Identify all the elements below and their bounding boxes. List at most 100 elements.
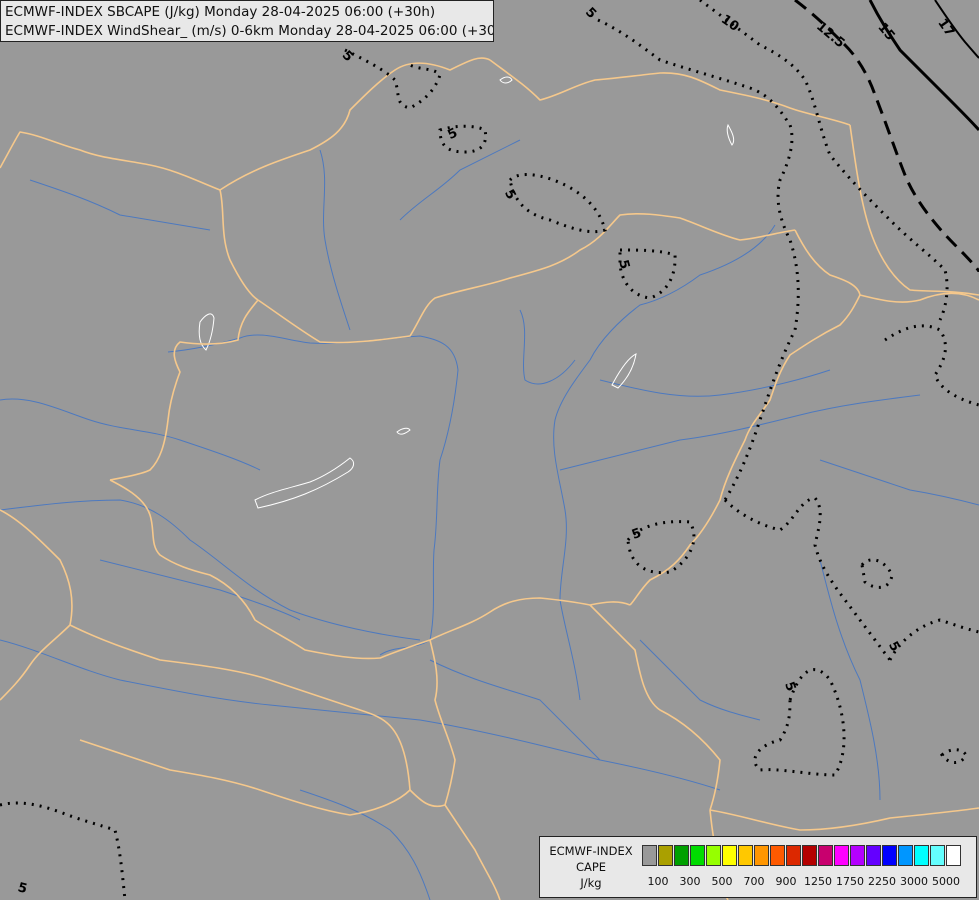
map-title-box: ECMWF-INDEX SBCAPE (J/kg) Monday 28-04-2… (0, 0, 494, 42)
contour-labels: 5 10 12.5 15 17 5 5 5 5 5 5 5 5 (16, 5, 957, 897)
border-slovakia-hungary (257, 212, 796, 344)
border-slovakia-poland (489, 59, 851, 126)
lake-small-2 (396, 427, 411, 435)
legend-tick-label: 3000 (900, 875, 928, 888)
legend-swatch (674, 845, 689, 866)
contour-5-dotted-far-east (888, 618, 979, 661)
border-hungary-croatia (109, 479, 431, 660)
contour-5-dotted-east (723, 496, 892, 661)
legend-tick-label: 2250 (868, 875, 896, 888)
legend-tick-label: 500 (711, 875, 733, 888)
borders-layer (0, 57, 979, 900)
contour-10-dotted (699, 0, 949, 321)
river-olt (819, 559, 881, 801)
legend-tick-label: 900 (775, 875, 797, 888)
contour-label: 5 (582, 5, 599, 22)
legend-swatch (834, 845, 849, 866)
river-tisza (553, 224, 776, 701)
border-hungary-ukraine-romania (629, 229, 861, 606)
border-romania-bulgaria (709, 807, 979, 831)
contour-5-ring-se (939, 748, 968, 764)
legend-swatch (754, 845, 769, 866)
legend-swatch (642, 845, 657, 866)
river-drava (0, 499, 421, 641)
border-montenegro (444, 804, 501, 900)
legend-swatch (818, 845, 833, 866)
contour-label: 5 (16, 880, 29, 897)
contour-label: 17 (934, 16, 957, 39)
contour-5-ring-6 (860, 558, 894, 589)
river-south (429, 659, 601, 761)
rivers-layer (0, 139, 979, 900)
river-sava (0, 639, 721, 791)
border-bosnia-south (79, 739, 411, 816)
river-east-2 (819, 459, 979, 506)
border-hungary-serbia (429, 597, 631, 641)
cape-legend: ECMWF-INDEX CAPE J/kg 100 300 500 700 900 125… (539, 836, 977, 898)
legend-swatch (866, 845, 881, 866)
legend-tick-label: 300 (679, 875, 701, 888)
legend-tick-label: 1250 (804, 875, 832, 888)
lake-small-4 (499, 76, 513, 84)
river-east (599, 369, 831, 397)
river-mures (559, 394, 921, 471)
legend-tick-labels: 100 300 500 700 900 1250 1750 2250 3000 5000 (642, 875, 972, 891)
river-west-2 (29, 179, 211, 231)
contour-label: 5 (781, 680, 798, 694)
contour-5-ring-5 (753, 668, 846, 777)
river-north (319, 149, 351, 331)
river-southwest (99, 559, 301, 621)
border-czech-slovakia (219, 57, 491, 191)
windshear-title: ECMWF-INDEX WindShear_ (m/s) 0-6km Monda… (5, 23, 494, 39)
legend-tick-label: 700 (743, 875, 765, 888)
legend-variable: CAPE (575, 860, 607, 874)
contour-label: 12.5 (813, 19, 847, 51)
river-north-2 (399, 139, 521, 221)
river-north-3 (519, 309, 576, 385)
legend-tick-label: 1750 (836, 875, 864, 888)
map-canvas: 5 10 12.5 15 17 5 5 5 5 5 5 5 5 (0, 0, 979, 900)
contour-label: 5 (501, 187, 519, 202)
legend-swatch (802, 845, 817, 866)
legend-swatch (706, 845, 721, 866)
legend-color-scale (642, 845, 962, 866)
contour-5-dotted-nw (344, 48, 442, 110)
border-slovenia-croatia (0, 509, 73, 701)
contour-label: 5 (339, 48, 356, 65)
river-west (0, 398, 261, 471)
legend-swatch (658, 845, 673, 866)
legend-tick-label: 5000 (932, 875, 960, 888)
contour-label: 5 (445, 126, 460, 143)
legend-swatch (914, 845, 929, 866)
legend-swatch (738, 845, 753, 866)
legend-source: ECMWF-INDEX (549, 844, 633, 858)
border-romania-north (859, 292, 979, 303)
border-serbia-romania (589, 604, 721, 811)
border-croatia-bosnia (69, 624, 411, 791)
legend-swatch (930, 845, 945, 866)
lake-small-3 (726, 123, 735, 146)
lake-balaton (254, 457, 355, 509)
legend-swatch (946, 845, 961, 866)
contour-5-dotted-right (884, 324, 979, 407)
legend-unit: J/kg (580, 876, 602, 890)
legend-tick-label: 100 (647, 875, 669, 888)
river-danube (167, 334, 459, 656)
contour-label: 10 (718, 12, 741, 35)
river-far-south (299, 789, 431, 900)
legend-swatch (770, 845, 785, 866)
border-croatia-serbia (409, 639, 456, 808)
cape-title: ECMWF-INDEX SBCAPE (J/kg) Monday 28-04-2… (5, 4, 436, 20)
legend-swatch (722, 845, 737, 866)
legend-swatch (882, 845, 897, 866)
legend-title: ECMWF-INDEX CAPE J/kg (542, 843, 640, 891)
contour-5-ring-1 (508, 173, 607, 234)
contour-label: 5 (615, 258, 632, 271)
lake-small-1 (611, 353, 637, 389)
legend-swatch (786, 845, 801, 866)
border-austria-hungary (109, 299, 259, 481)
legend-swatch (898, 845, 913, 866)
contour-5-ring-2 (618, 248, 677, 300)
legend-swatch (690, 845, 705, 866)
legend-swatch (850, 845, 865, 866)
